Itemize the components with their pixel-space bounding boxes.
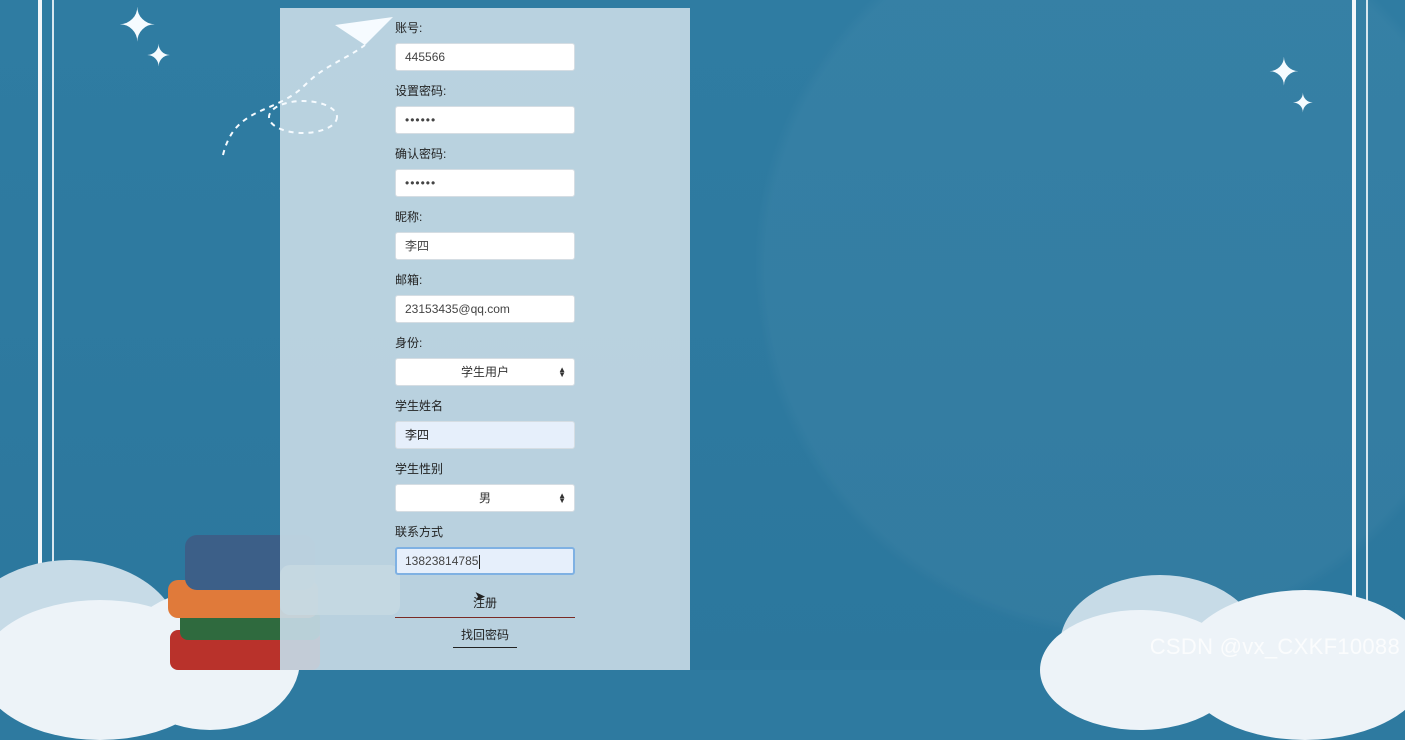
watermark: CSDN @vx_CXKF10088 xyxy=(1149,634,1400,659)
cloud-shape xyxy=(1040,610,1240,730)
text-cursor xyxy=(479,554,481,569)
right-frame-line xyxy=(1352,0,1356,670)
account-label: 账号: xyxy=(395,21,423,35)
updown-caret-icon: ▲ ▼ xyxy=(558,491,566,505)
student-name-input[interactable]: 李四 xyxy=(395,421,575,449)
sparkle-icon: ✦ xyxy=(1292,88,1314,118)
email-input[interactable]: 23153435@qq.com xyxy=(395,295,575,323)
identity-select[interactable]: 学生用户 ▲ ▼ xyxy=(395,358,575,386)
email-label: 邮箱: xyxy=(395,273,423,287)
student-gender-select[interactable]: 男 ▲ ▼ xyxy=(395,484,575,512)
identity-select-value: 学生用户 xyxy=(460,365,509,379)
updown-caret-icon: ▲ ▼ xyxy=(558,365,566,379)
paper-plane-illustration xyxy=(222,17,393,156)
student-name-label: 学生姓名 xyxy=(395,399,444,413)
student-gender-select-value: 男 xyxy=(478,491,491,505)
nickname-label: 昵称: xyxy=(395,210,423,224)
contact-input[interactable]: 13823814785 xyxy=(395,547,575,575)
contact-label: 联系方式 xyxy=(395,525,444,539)
confirm-password-input[interactable]: •••••• xyxy=(395,169,575,197)
contact-value: 13823814785 xyxy=(405,554,479,568)
identity-label: 身份: xyxy=(395,336,423,350)
sparkle-icon: ✦ xyxy=(1268,52,1300,94)
right-frame-thin-line xyxy=(1366,0,1368,670)
confirm-password-label: 确认密码: xyxy=(395,147,447,161)
sparkle-icon: ✦ xyxy=(146,40,172,73)
register-form: 账号: 445566 设置密码: •••••• 确认密码: •••••• 昵称:… xyxy=(395,20,575,648)
password-input[interactable]: •••••• xyxy=(395,106,575,134)
find-password-link[interactable]: 找回密码 xyxy=(453,626,517,648)
account-input[interactable]: 445566 xyxy=(395,43,575,71)
mouse-pointer-icon: ➤ xyxy=(474,588,486,604)
password-label: 设置密码: xyxy=(395,84,447,98)
student-gender-label: 学生性别 xyxy=(395,462,444,476)
nickname-input[interactable]: 李四 xyxy=(395,232,575,260)
